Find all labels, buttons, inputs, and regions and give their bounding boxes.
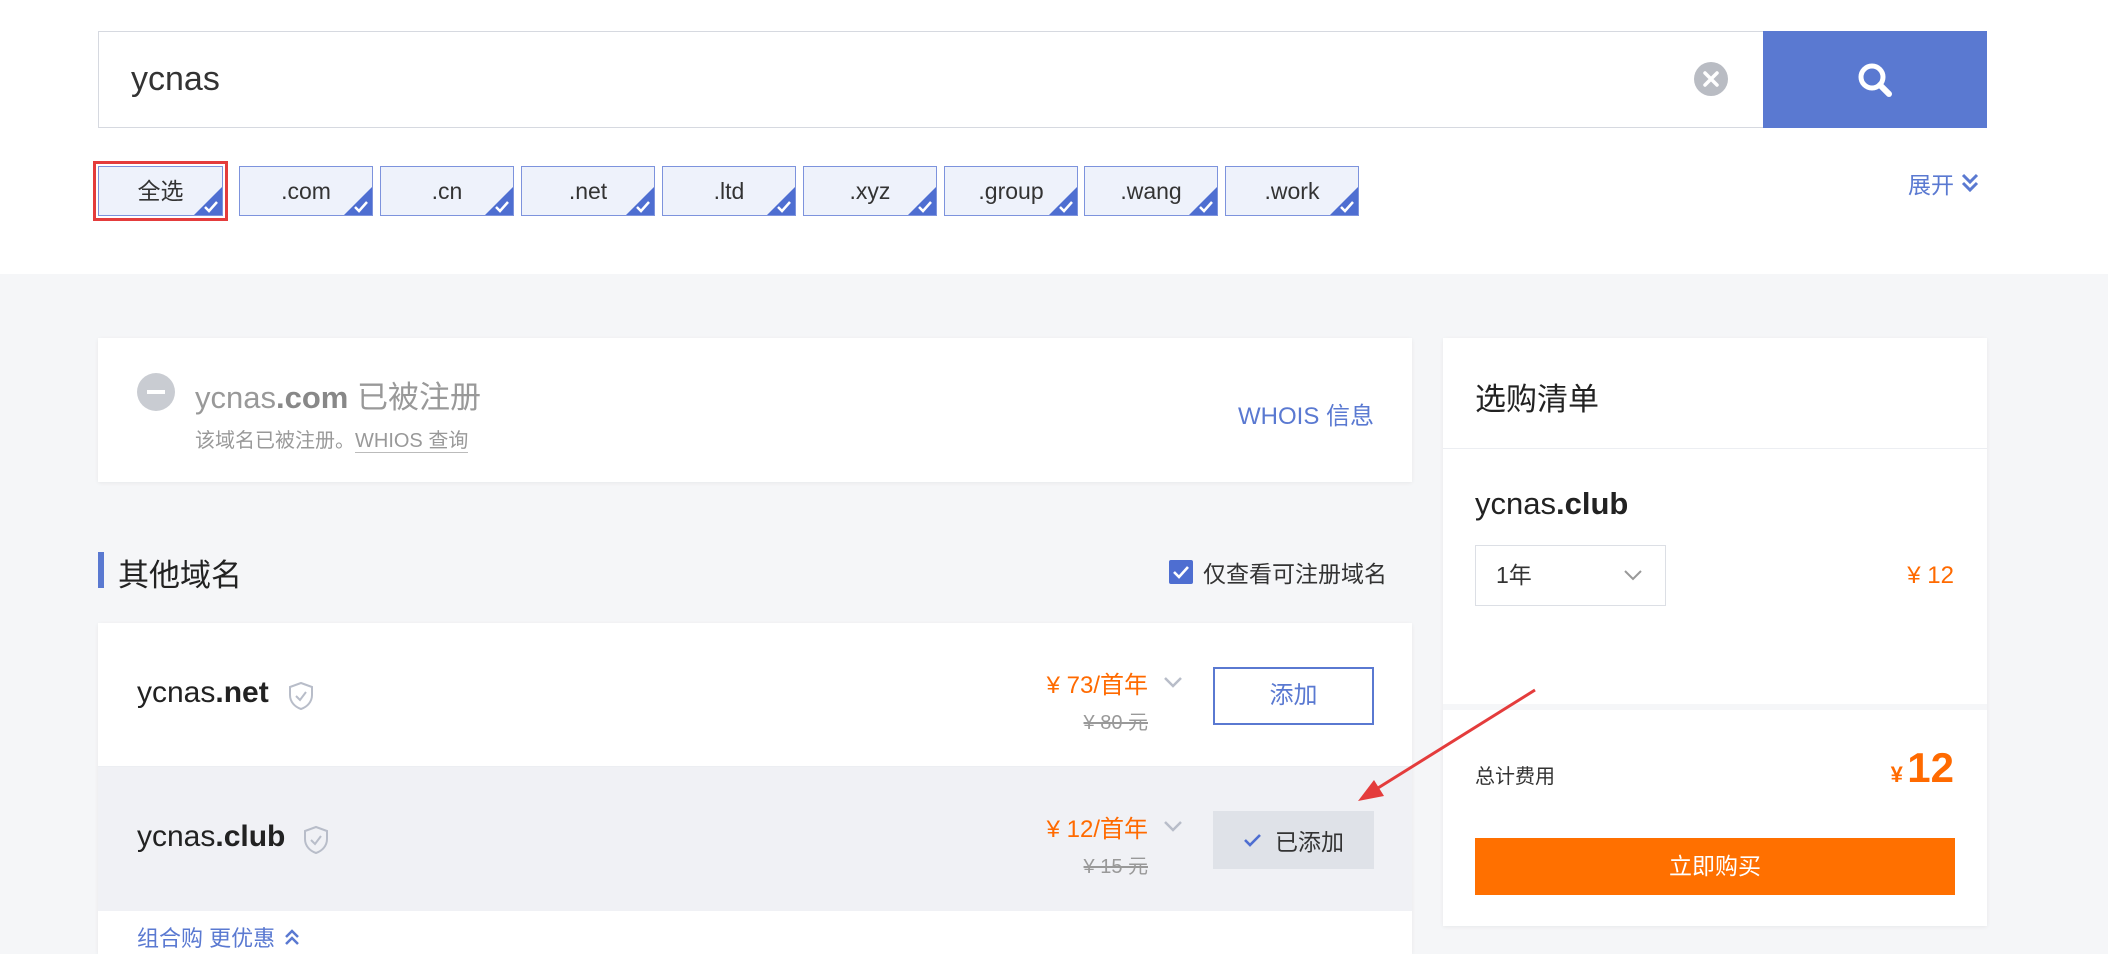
check-icon: [495, 201, 509, 213]
chevron-down-icon[interactable]: [1162, 675, 1184, 689]
tld-filter-label: .xyz: [849, 178, 891, 204]
check-icon: [204, 201, 218, 213]
combo-deal-toggle[interactable]: 组合购 更优惠: [137, 921, 301, 953]
unavailable-icon: [137, 373, 175, 411]
domain-base: ycnas: [137, 676, 216, 709]
domain-row: ycnas.net ¥ 73/首年 ¥ 80 元 添加: [98, 623, 1412, 767]
first-year-price: ¥ 73/首年: [1046, 672, 1148, 699]
whois-info-link[interactable]: WHOIS 信息: [1238, 396, 1374, 431]
year-select-value: 1年: [1496, 562, 1532, 588]
tld-filter-net[interactable]: .net: [521, 166, 655, 216]
chevron-down-icon: [1624, 570, 1642, 581]
combo-label: 组合购 更优惠: [137, 926, 276, 951]
price-block: ¥ 73/首年 ¥ 80 元: [1047, 665, 1148, 735]
double-chevron-up-icon: [285, 929, 300, 945]
check-icon: [918, 201, 932, 213]
tld-filter-label: .group: [978, 178, 1044, 204]
divider: [1443, 704, 1987, 710]
cart-item-domain: ycnas.club: [1475, 486, 1628, 522]
domain-tld: .club: [1555, 486, 1629, 521]
registered-note: 该域名已被注册。WHIOS 查询: [195, 424, 469, 453]
search-input[interactable]: [99, 32, 1659, 127]
check-icon: [1244, 834, 1261, 847]
domain-list: ycnas.net ¥ 73/首年 ¥ 80 元 添加 ycnas.club ¥…: [98, 623, 1412, 954]
shield-icon: [289, 681, 313, 711]
tld-filter-wang[interactable]: .wang: [1084, 166, 1218, 216]
tld-filter-label: .com: [281, 178, 331, 204]
tld-filter-group[interactable]: .group: [944, 166, 1078, 216]
add-button[interactable]: 添加: [1213, 667, 1374, 725]
tld-filter-select-all[interactable]: 全选: [93, 161, 228, 221]
check-icon: [636, 201, 650, 213]
first-year-price: ¥ 12/首年: [1046, 816, 1148, 843]
section-accent-bar: [98, 552, 104, 588]
divider: [1443, 448, 1987, 449]
total-value: ¥ 12: [1891, 744, 1954, 792]
currency-symbol: ¥: [1890, 762, 1903, 787]
tld-filter-label: .wang: [1120, 178, 1182, 204]
tld-filter-work[interactable]: .work: [1225, 166, 1359, 216]
year-select[interactable]: 1年: [1475, 545, 1666, 606]
domain-tld: .club: [215, 820, 286, 853]
only-available-label: 仅查看可注册域名: [1203, 561, 1387, 587]
clear-icon[interactable]: [1694, 62, 1728, 96]
shopping-cart: 选购清单 ycnas.club 1年 ¥ 12 总计费用 ¥ 12 立即购买: [1443, 338, 1987, 926]
tld-filter-label: 全选: [137, 178, 184, 204]
shield-icon: [304, 825, 328, 855]
added-label: 已添加: [1275, 829, 1344, 855]
domain-tld: .net: [215, 676, 269, 709]
check-icon: [1059, 201, 1073, 213]
whois-query-link[interactable]: WHIOS 查询: [355, 430, 469, 453]
check-icon: [1340, 201, 1354, 213]
registered-note-text: 该域名已被注册。: [195, 430, 355, 452]
tld-filter-ltd[interactable]: .ltd: [662, 166, 796, 216]
search-header: 全选 .com .cn .net .ltd .xyz: [0, 0, 2108, 274]
domain-tld: .com: [275, 380, 349, 415]
only-available-toggle[interactable]: 仅查看可注册域名: [1169, 555, 1387, 589]
search-box: [98, 31, 1764, 128]
domain-name: ycnas.club: [137, 820, 285, 854]
tld-filter-com[interactable]: .com: [239, 166, 373, 216]
double-chevron-down-icon: [1961, 173, 1979, 193]
domain-row: ycnas.club ¥ 12/首年 ¥ 15 元 已添加: [98, 767, 1412, 911]
registered-status: 已被注册: [356, 380, 481, 415]
total-amount: 12: [1907, 744, 1954, 791]
tld-filter-label: .net: [568, 178, 608, 204]
buy-now-button[interactable]: 立即购买: [1475, 838, 1955, 895]
original-price: ¥ 80 元: [1083, 712, 1148, 734]
expand-toggle[interactable]: 展开: [1908, 166, 1980, 200]
chevron-down-icon[interactable]: [1162, 819, 1184, 833]
domain-name: ycnas.net: [137, 676, 269, 710]
registered-domain-card: ycnas.com 已被注册 该域名已被注册。WHIOS 查询 WHOIS 信息: [98, 338, 1412, 482]
expand-label: 展开: [1908, 172, 1954, 198]
domain-name: ycnas: [195, 380, 276, 415]
total-label: 总计费用: [1475, 766, 1555, 788]
tld-filter-label: .cn: [431, 178, 463, 204]
registered-domain-title: ycnas.com 已被注册: [195, 372, 481, 417]
tld-filter-xyz[interactable]: .xyz: [803, 166, 937, 216]
check-icon: [1199, 201, 1213, 213]
domain-base: ycnas: [1475, 486, 1556, 521]
search-icon: [1858, 63, 1892, 97]
price-block: ¥ 12/首年 ¥ 15 元: [1047, 809, 1148, 879]
check-icon: [354, 201, 368, 213]
other-domains-title: 其他域名: [118, 558, 242, 593]
only-available-checkbox[interactable]: [1169, 560, 1193, 584]
original-price: ¥ 15 元: [1083, 856, 1148, 878]
other-domains-header: 其他域名 仅查看可注册域名: [98, 550, 1412, 593]
search-button[interactable]: [1763, 31, 1987, 128]
check-icon: [777, 201, 791, 213]
added-button[interactable]: 已添加: [1213, 811, 1374, 869]
tld-filter-cn[interactable]: .cn: [380, 166, 514, 216]
tld-filter-label: .ltd: [713, 178, 745, 204]
domain-base: ycnas: [137, 820, 216, 853]
check-icon: [1173, 566, 1189, 579]
cart-title: 选购清单: [1475, 382, 1599, 417]
tld-filter-label: .work: [1264, 178, 1320, 204]
cart-item-price: ¥ 12: [1907, 562, 1954, 589]
